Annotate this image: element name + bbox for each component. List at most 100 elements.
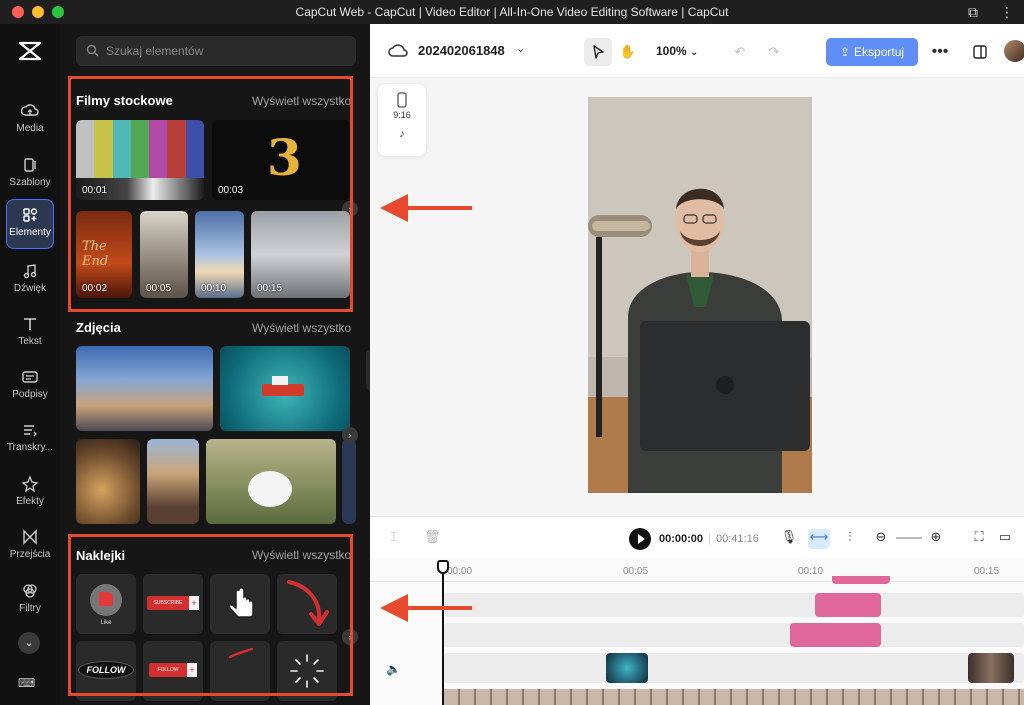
minimize-window-button[interactable] bbox=[32, 6, 44, 18]
align-center-icon[interactable]: ⫶ bbox=[841, 529, 859, 547]
sidebar-item-filters[interactable]: Filtry bbox=[0, 576, 60, 626]
sticker-follow-black-label: FOLLOW bbox=[78, 661, 134, 679]
search-input[interactable]: Szukaj elementów bbox=[76, 36, 356, 66]
sticker-burst[interactable] bbox=[277, 641, 337, 701]
undo-button[interactable]: ↶ bbox=[726, 38, 754, 66]
sticker-hand-cursor[interactable] bbox=[210, 574, 270, 634]
preview-monitor-icon[interactable]: ▭ bbox=[996, 529, 1014, 547]
timeline-track[interactable] bbox=[444, 623, 1024, 647]
upload-icon: ⇪ bbox=[839, 45, 851, 59]
overlay-clip[interactable] bbox=[832, 576, 890, 584]
speaker-icon[interactable]: 🔈 bbox=[386, 662, 401, 676]
close-window-button[interactable] bbox=[12, 6, 24, 18]
sidebar-item-text[interactable]: Tekst bbox=[0, 309, 60, 359]
sidebar-item-captions[interactable]: Podpisy bbox=[0, 362, 60, 412]
sidebar-item-label: Szablony bbox=[9, 177, 51, 188]
sidebar-item-label: Media bbox=[16, 123, 44, 134]
view-all-photos-link[interactable]: Wyświetl wszystko bbox=[252, 321, 351, 335]
extensions-icon[interactable]: ⧉ bbox=[968, 4, 978, 21]
project-name[interactable]: 202402061848 bbox=[418, 43, 505, 58]
current-time: 00:00:00 bbox=[659, 533, 704, 545]
aspect-ratio-card[interactable]: 9:16 ♪ bbox=[378, 84, 426, 156]
split-icon[interactable]: ⌶ bbox=[390, 529, 398, 545]
select-tool-button[interactable] bbox=[584, 38, 612, 66]
sticker-red-arrow[interactable] bbox=[277, 574, 337, 634]
clip-duration: 00:02 bbox=[82, 283, 108, 294]
sidebar-item-audio[interactable]: Dźwięk bbox=[0, 256, 60, 306]
sticker-clip[interactable] bbox=[790, 623, 881, 647]
delete-icon[interactable]: 🗑 bbox=[424, 529, 441, 545]
sticker-red-stroke[interactable] bbox=[210, 641, 270, 701]
photo-old-street[interactable] bbox=[147, 439, 199, 524]
burst-lines-icon bbox=[290, 654, 324, 688]
photo-partial[interactable] bbox=[342, 439, 356, 524]
sticker-subscribe[interactable]: SUBSCRIBE + bbox=[143, 574, 203, 634]
video-clip[interactable] bbox=[606, 653, 648, 683]
zoom-in-icon[interactable]: ⊕ bbox=[927, 529, 945, 547]
export-button[interactable]: ⇪ Eksportuj bbox=[826, 38, 918, 66]
stock-clip-snowy-village[interactable]: 00:15 bbox=[251, 211, 350, 298]
stock-clip-countdown[interactable]: 3 00:03 bbox=[212, 120, 350, 200]
timeline-track[interactable] bbox=[444, 593, 1024, 617]
timeline-zoom-slider[interactable] bbox=[896, 537, 922, 539]
play-icon bbox=[638, 534, 645, 544]
view-all-stock-link[interactable]: Wyświetl wszystko bbox=[252, 94, 351, 108]
more-options-button[interactable]: ••• bbox=[926, 38, 954, 66]
sticker-follow-black[interactable]: FOLLOW bbox=[76, 641, 136, 701]
photo-boat-sea[interactable] bbox=[220, 346, 350, 431]
hand-tool-button[interactable]: ✋ bbox=[614, 38, 642, 66]
timeline-ruler[interactable]: 00:00 00:05 00:10 00:15 bbox=[370, 558, 1024, 582]
sticker-follow-red[interactable]: FOLLOW + bbox=[143, 641, 203, 701]
sidebar-item-transcript[interactable]: Transkry... bbox=[0, 415, 60, 465]
timeline-track[interactable] bbox=[444, 653, 1024, 683]
zoom-level[interactable]: 100% ⌄ bbox=[656, 44, 698, 58]
photo-city-skyline[interactable] bbox=[76, 346, 213, 431]
main-video-track[interactable] bbox=[444, 689, 1024, 705]
sticker-follow-red-label: FOLLOW bbox=[149, 663, 187, 677]
layout-toggle-button[interactable] bbox=[966, 38, 994, 66]
elements-panel: Szukaj elementów Filmy stockowe Wyświetl… bbox=[60, 24, 370, 705]
sidebar-item-label: Efekty bbox=[16, 496, 44, 507]
phone-icon bbox=[397, 92, 407, 108]
left-sidebar: Media Szablony Elementy Dźwięk Tekst Pod… bbox=[0, 24, 60, 705]
fullscreen-icon[interactable]: ⛶ bbox=[970, 529, 988, 547]
photo-tacos[interactable] bbox=[76, 439, 140, 524]
play-button[interactable] bbox=[629, 528, 651, 550]
sidebar-item-label: Elementy bbox=[9, 227, 51, 238]
clip-duration: 00:10 bbox=[201, 283, 227, 294]
stock-clip-color-bars[interactable]: 00:01 bbox=[76, 120, 204, 200]
sidebar-item-media[interactable]: Media bbox=[0, 96, 60, 146]
sticker-like[interactable]: Like bbox=[76, 574, 136, 634]
view-all-stickers-link[interactable]: Wyświetl wszystko bbox=[252, 548, 351, 562]
cloud-sync-icon[interactable] bbox=[388, 42, 408, 60]
scroll-right-stickers-button[interactable]: › bbox=[342, 629, 358, 645]
playhead-handle[interactable] bbox=[437, 560, 449, 574]
avatar[interactable] bbox=[1004, 40, 1024, 62]
auto-snap-icon[interactable]: ⟷ bbox=[808, 529, 830, 549]
sidebar-item-elements[interactable]: Elementy bbox=[6, 199, 54, 249]
sidebar-item-effects[interactable]: Efekty bbox=[0, 469, 60, 519]
scroll-right-photos-button[interactable]: › bbox=[342, 427, 358, 443]
window-title: CapCut Web - CapCut | Video Editor | All… bbox=[295, 5, 729, 19]
sidebar-item-templates[interactable]: Szablony bbox=[0, 150, 60, 200]
stock-clip-the-end[interactable]: The End 00:02 bbox=[76, 211, 132, 298]
microphone-icon[interactable]: 🎙 bbox=[780, 529, 798, 547]
video-preview[interactable] bbox=[588, 97, 812, 493]
more-menu-icon[interactable]: ⋮ bbox=[1000, 4, 1014, 21]
stock-clip-interior[interactable]: 00:05 bbox=[140, 211, 188, 298]
chevron-down-icon[interactable]: ⌄ bbox=[18, 632, 40, 654]
chevron-down-icon[interactable]: ⌄ bbox=[516, 42, 525, 55]
zoom-out-icon[interactable]: ⊖ bbox=[872, 529, 890, 547]
timeline[interactable]: 00:00 00:05 00:10 00:15 🔈 bbox=[370, 558, 1024, 705]
sticker-clip[interactable] bbox=[815, 593, 881, 617]
stock-clip-clouds[interactable]: 00:10 bbox=[195, 211, 244, 298]
maximize-window-button[interactable] bbox=[52, 6, 64, 18]
total-time: 00:41:16 bbox=[716, 533, 759, 545]
playhead[interactable] bbox=[442, 560, 444, 705]
video-clip[interactable] bbox=[968, 653, 1014, 683]
keyboard-shortcuts-icon[interactable]: ⌨ bbox=[18, 676, 40, 692]
export-label: Eksportuj bbox=[854, 45, 905, 59]
redo-button[interactable]: ↷ bbox=[760, 38, 788, 66]
sidebar-item-transitions[interactable]: Przejścia bbox=[0, 522, 60, 572]
photo-white-puppy[interactable] bbox=[206, 439, 336, 524]
